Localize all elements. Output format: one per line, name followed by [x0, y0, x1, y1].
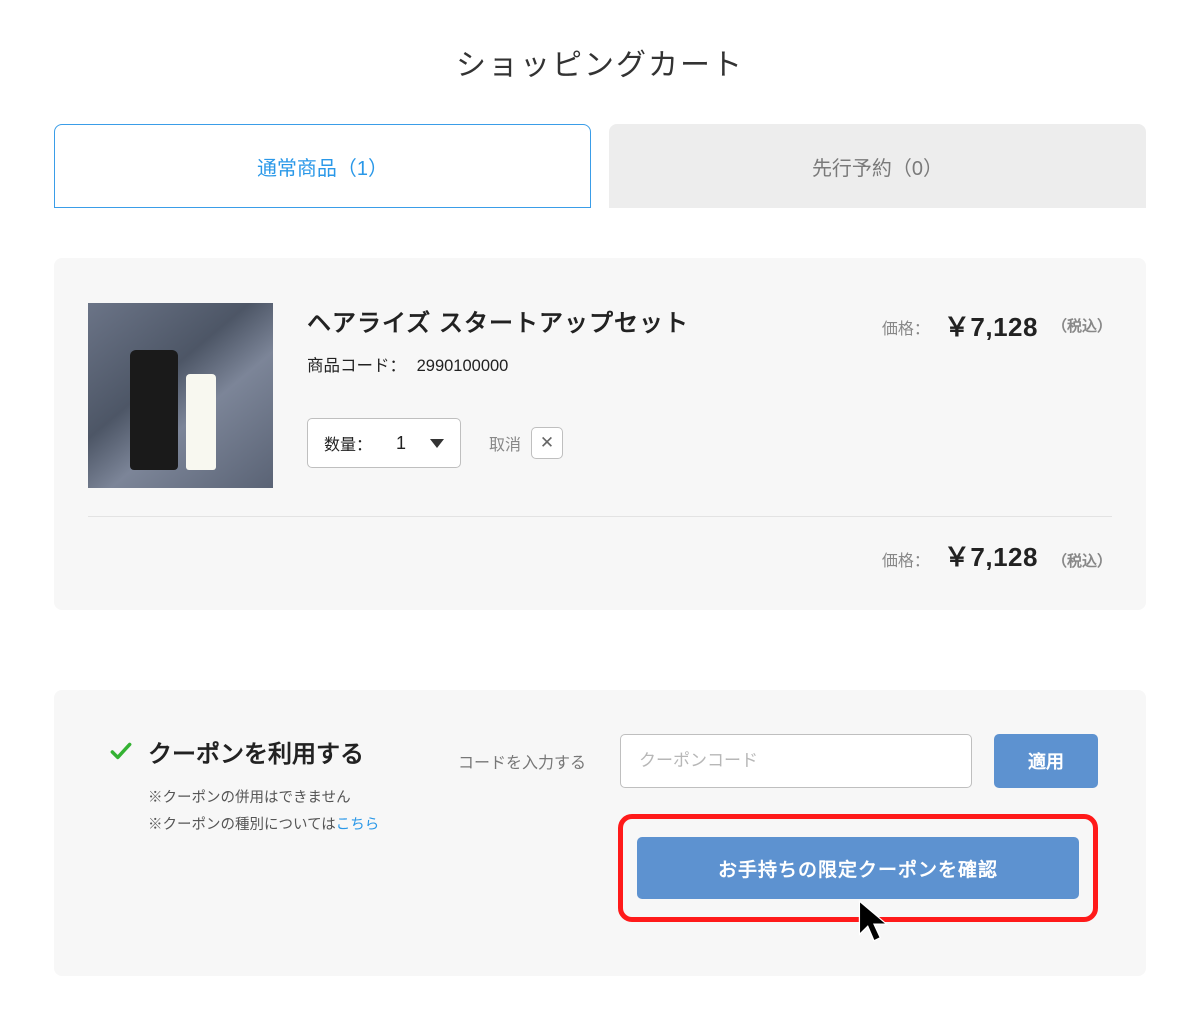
confirm-coupon-button[interactable]: お手持ちの限定クーポンを確認	[637, 837, 1079, 899]
coupon-note-1: ※クーポンの併用はできません	[108, 785, 458, 812]
divider	[88, 516, 1112, 517]
coupon-title: クーポンを利用する	[148, 734, 364, 769]
quantity-select[interactable]: 数量： 1	[307, 418, 461, 468]
tab-preorder[interactable]: 先行予約（0）	[609, 124, 1146, 208]
cart-panel: ヘアライズ スタートアップセット 商品コード： 2990100000 数量： 1…	[54, 258, 1146, 610]
product-code-label: 商品コード：	[307, 357, 406, 375]
remove-label: 取消	[489, 431, 521, 455]
cursor-icon	[852, 897, 896, 947]
quantity-label: 数量：	[324, 431, 372, 455]
item-price-value: ￥7,128	[944, 307, 1038, 344]
product-code: 商品コード： 2990100000	[307, 352, 848, 376]
highlight-annotation: お手持ちの限定クーポンを確認	[618, 814, 1098, 922]
cart-tabs: 通常商品（1） 先行予約（0）	[54, 124, 1146, 208]
product-code-value: 2990100000	[417, 357, 509, 375]
cart-item: ヘアライズ スタートアップセット 商品コード： 2990100000 数量： 1…	[88, 303, 1112, 516]
close-icon: ✕	[540, 433, 554, 453]
page-title: ショッピングカート	[54, 40, 1146, 84]
coupon-type-link[interactable]: こちら	[336, 817, 380, 833]
apply-coupon-button[interactable]: 適用	[994, 734, 1098, 788]
coupon-note-2-prefix: ※クーポンの種別については	[148, 817, 336, 833]
coupon-panel: クーポンを利用する ※クーポンの併用はできません ※クーポンの種別についてはこち…	[54, 690, 1146, 976]
quantity-value: 1	[390, 433, 412, 454]
subtotal-value: ￥7,128	[944, 537, 1038, 574]
product-name: ヘアライズ スタートアップセット	[307, 303, 848, 338]
item-price-tax: （税込）	[1052, 307, 1112, 336]
coupon-input-label: コードを入力する	[458, 749, 598, 773]
subtotal-row: 価格： ￥7,128 （税込）	[88, 537, 1112, 574]
subtotal-label: 価格：	[882, 539, 930, 571]
item-price-label: 価格：	[882, 307, 930, 339]
item-price: 価格： ￥7,128 （税込）	[882, 303, 1112, 488]
check-icon	[108, 742, 134, 762]
tab-preorder-label: 先行予約（0）	[812, 152, 943, 181]
tab-regular-label: 通常商品（1）	[257, 152, 388, 181]
product-thumbnail	[88, 303, 273, 488]
tab-regular[interactable]: 通常商品（1）	[54, 124, 591, 208]
subtotal-tax: （税込）	[1052, 542, 1112, 571]
coupon-code-input[interactable]	[620, 734, 972, 788]
remove-button[interactable]: ✕	[531, 427, 563, 459]
coupon-note-2: ※クーポンの種別についてはこちら	[108, 812, 458, 839]
chevron-down-icon	[430, 439, 444, 448]
